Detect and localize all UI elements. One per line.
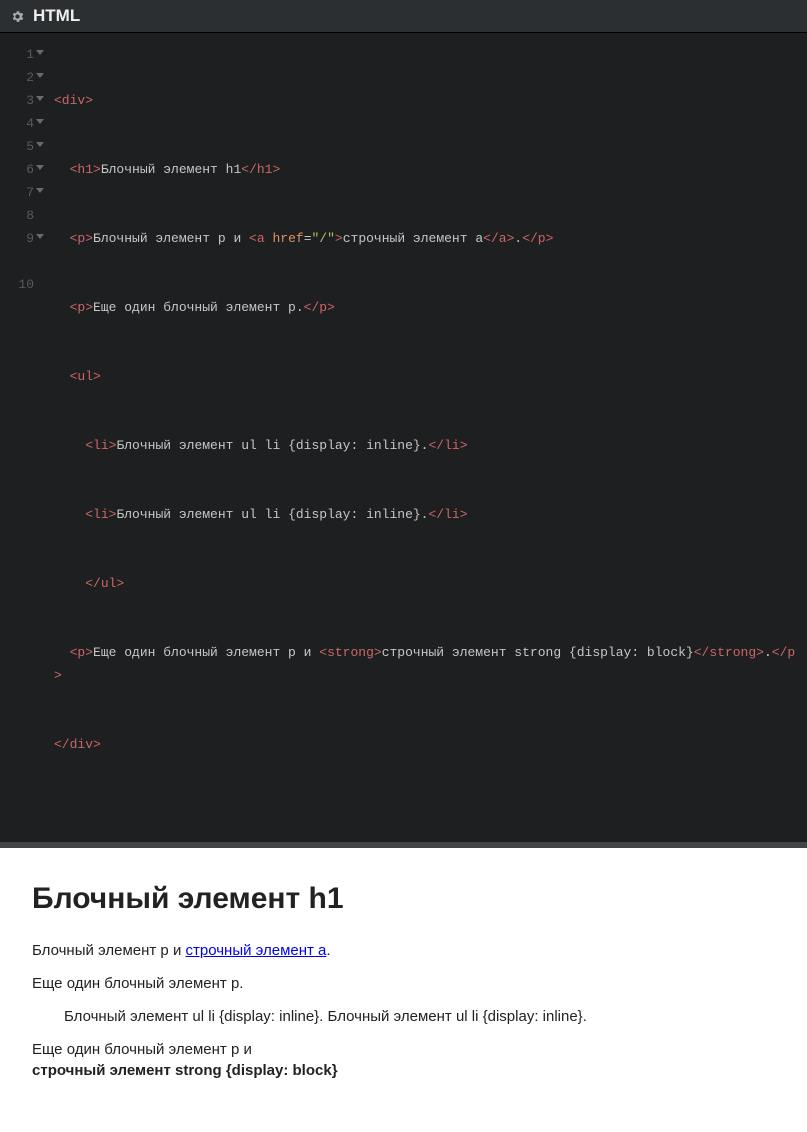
preview-p2: Еще один блочный элемент p. — [32, 973, 775, 994]
fold-icon[interactable] — [36, 50, 44, 55]
code-content[interactable]: <div> <h1>Блочный элемент h1</h1> <p>Бло… — [40, 43, 807, 802]
line-number: 6 — [0, 158, 34, 181]
line-number: 3 — [0, 89, 34, 112]
list-item: Блочный элемент ul li {display: inline}. — [328, 1008, 587, 1025]
code-line: <li>Блочный элемент ul li {display: inli… — [54, 434, 797, 457]
code-line: <ul> — [54, 365, 797, 388]
code-line: <h1>Блочный элемент h1</h1> — [54, 158, 797, 181]
line-number: 1 — [0, 43, 34, 66]
line-number: 10 — [0, 273, 34, 296]
preview-p1: Блочный элемент p и строчный элемент a. — [32, 940, 775, 961]
preview-pane: Блочный элемент h1 Блочный элемент p и с… — [0, 842, 807, 1132]
code-line: <div> — [54, 89, 797, 112]
line-number: 8 — [0, 204, 34, 227]
line-number: 4 — [0, 112, 34, 135]
code-line: </div> — [54, 733, 797, 756]
gear-icon[interactable] — [10, 9, 25, 24]
preview-list: Блочный элемент ul li {display: inline}.… — [64, 1006, 775, 1027]
preview-h1: Блочный элемент h1 — [32, 878, 775, 920]
panel-title: HTML — [33, 6, 80, 26]
preview-link[interactable]: строчный элемент a — [186, 942, 327, 959]
code-line: <p>Еще один блочный элемент p.</p> — [54, 296, 797, 319]
code-line: <li>Блочный элемент ul li {display: inli… — [54, 503, 797, 526]
fold-icon[interactable] — [36, 142, 44, 147]
code-editor[interactable]: 1 2 3 4 5 6 7 8 9 10 <div> <h1>Блочный э… — [0, 33, 807, 842]
fold-icon[interactable] — [36, 165, 44, 170]
line-number: 2 — [0, 66, 34, 89]
list-item: Блочный элемент ul li {display: inline}. — [64, 1008, 328, 1025]
fold-icon[interactable] — [36, 96, 44, 101]
line-number: 7 — [0, 181, 34, 204]
fold-icon[interactable] — [36, 234, 44, 239]
fold-icon[interactable] — [36, 73, 44, 78]
line-number: 5 — [0, 135, 34, 158]
code-line: <p>Еще один блочный элемент p и <strong>… — [54, 641, 797, 687]
fold-icon[interactable] — [36, 188, 44, 193]
code-line: <p>Блочный элемент p и <a href="/">строч… — [54, 227, 797, 250]
preview-p3: Еще один блочный элемент p и строчный эл… — [32, 1039, 775, 1081]
fold-icon[interactable] — [36, 119, 44, 124]
preview-strong: строчный элемент strong {display: block} — [32, 1060, 775, 1081]
line-number — [0, 250, 34, 273]
editor-header: HTML — [0, 0, 807, 33]
code-line: </ul> — [54, 572, 797, 595]
line-gutter: 1 2 3 4 5 6 7 8 9 10 — [0, 43, 40, 802]
line-number: 9 — [0, 227, 34, 250]
